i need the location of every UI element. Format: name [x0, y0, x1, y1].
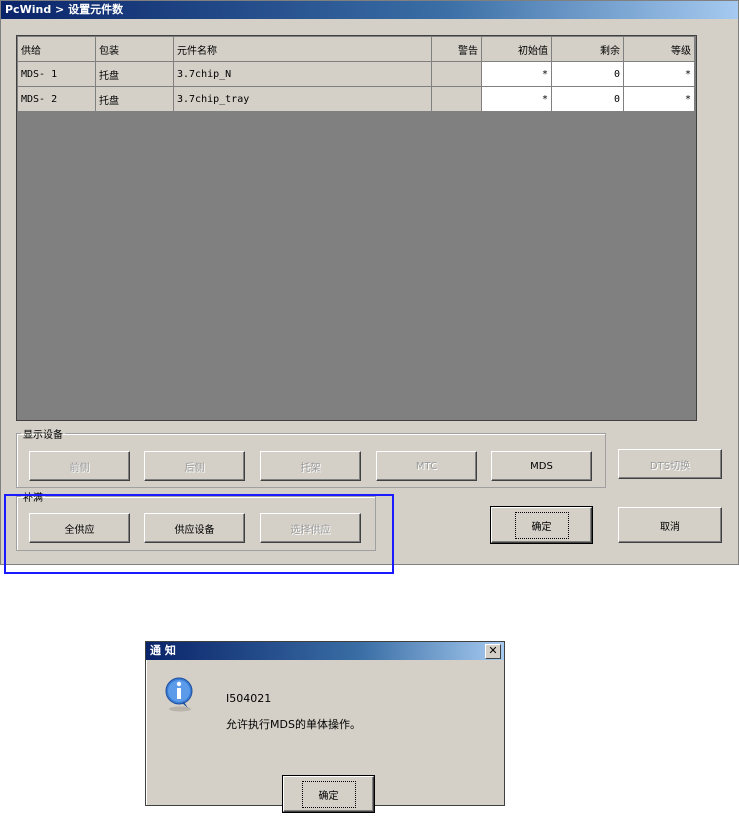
mds-button[interactable]: MDS [491, 451, 592, 481]
component-grid: 供给 包装 元件名称 警告 初始值 剩余 等级 MDS- 1 托盘 3.7chi… [16, 35, 697, 421]
dialog-title-bar: 通 知 ✕ [146, 642, 504, 660]
front-side-button[interactable]: 前侧 [29, 451, 130, 481]
cell-initial[interactable]: * [481, 61, 552, 87]
cell-supply: MDS- 1 [17, 61, 96, 87]
cell-level[interactable]: * [623, 61, 695, 87]
col-header-warning[interactable]: 警告 [431, 36, 482, 62]
cell-level[interactable]: * [623, 86, 695, 112]
col-header-supply[interactable]: 供给 [17, 36, 96, 62]
dialog-title: 通 知 [150, 644, 176, 657]
table-row[interactable]: MDS- 1 托盘 3.7chip_N * 0 * [17, 61, 695, 87]
cell-initial[interactable]: * [481, 86, 552, 112]
notice-dialog: 通 知 ✕ I504021 允许执行MDS的单体操作。 确定 [145, 641, 505, 813]
cell-supply: MDS- 2 [17, 86, 96, 112]
info-icon [165, 677, 193, 712]
dts-switch-button[interactable]: DTS切换 [618, 449, 722, 479]
tray-button[interactable]: 托架 [260, 451, 361, 481]
dialog-code: I504021 [226, 692, 272, 705]
dialog-ok-button[interactable]: 确定 [282, 775, 375, 813]
set-components-window: PcWind > 设置元件数 供给 包装 元件名称 警告 初始值 剩余 等级 M… [0, 0, 739, 565]
cell-package: 托盘 [95, 86, 174, 112]
window-title: PcWind > 设置元件数 [1, 1, 738, 19]
cell-warning [431, 61, 482, 87]
rear-side-button[interactable]: 后侧 [144, 451, 245, 481]
close-icon[interactable]: ✕ [485, 644, 501, 659]
col-header-level[interactable]: 等级 [623, 36, 695, 62]
cell-part-name: 3.7chip_N [173, 61, 432, 87]
col-header-initial[interactable]: 初始值 [481, 36, 552, 62]
col-header-part-name[interactable]: 元件名称 [173, 36, 432, 62]
cell-remaining[interactable]: 0 [551, 61, 624, 87]
cell-warning [431, 86, 482, 112]
ok-button[interactable]: 确定 [490, 506, 593, 544]
cancel-button[interactable]: 取消 [618, 507, 722, 543]
component-table: 供给 包装 元件名称 警告 初始值 剩余 等级 MDS- 1 托盘 3.7chi… [17, 36, 695, 112]
dialog-ok-label: 确定 [301, 780, 356, 808]
supply-highlight-box [4, 494, 394, 574]
dialog-message: 允许执行MDS的单体操作。 [226, 718, 361, 731]
mtc-button[interactable]: MTC [376, 451, 477, 481]
ok-button-label: 确定 [514, 511, 569, 539]
display-device-label: 显示设备 [23, 430, 63, 441]
col-header-remaining[interactable]: 剩余 [551, 36, 624, 62]
table-header-row: 供给 包装 元件名称 警告 初始值 剩余 等级 [17, 36, 695, 62]
cell-part-name: 3.7chip_tray [173, 86, 432, 112]
table-row[interactable]: MDS- 2 托盘 3.7chip_tray * 0 * [17, 86, 695, 112]
cell-remaining[interactable]: 0 [551, 86, 624, 112]
col-header-package[interactable]: 包装 [95, 36, 174, 62]
cell-package: 托盘 [95, 61, 174, 87]
